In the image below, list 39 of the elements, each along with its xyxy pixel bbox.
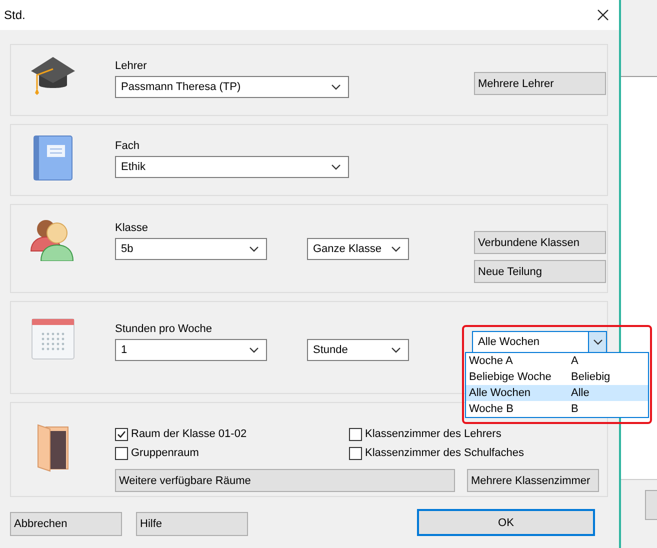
chevron-down-icon [391,246,401,252]
action-button[interactable]: Neue Teilung [474,260,606,283]
field-label: Lehrer [115,59,148,74]
checkmark-icon [117,430,126,438]
dropdown[interactable]: 1 [115,339,267,361]
calendar-icon [31,318,75,360]
chevron-down-icon [331,164,341,170]
chevron-down-icon [592,339,602,345]
action-button[interactable]: Mehrere Klassenzimmer [467,469,599,492]
window-title: Std. [4,8,26,22]
action-button[interactable]: Verbundene Klassen [474,231,606,254]
dropdown[interactable]: Ethik [115,156,349,178]
chevron-down-icon [391,347,401,353]
week-dropdown[interactable]: Alle Wochen [472,331,607,353]
chevron-down-icon [249,347,259,353]
close-icon[interactable] [597,9,609,21]
checkbox[interactable]: Klassenzimmer des Lehrers [349,427,607,441]
dropdown-option[interactable]: Alle Wochen Alle [466,385,648,401]
field-label: Fach [115,139,140,154]
door-icon [36,423,70,473]
dialog-button[interactable]: Hilfe [136,512,248,536]
checkbox[interactable]: Raum der Klasse 01-02 [115,427,349,441]
dropdown[interactable]: Stunde [307,339,409,361]
dropdown[interactable]: 5b [115,238,267,260]
action-button[interactable]: Mehrere Lehrer [474,72,606,95]
dropdown[interactable]: Passmann Theresa (TP) [115,76,349,98]
checkbox[interactable]: Gruppenraum [115,446,349,460]
graduation-cap-icon [29,55,77,97]
field-label: Stunden pro Woche [115,322,214,337]
dialog-button[interactable]: Abbrechen [10,512,122,536]
dropdown-button[interactable] [588,331,607,353]
dropdown[interactable]: Ganze Klasse [307,238,409,260]
chevron-down-icon [249,246,259,252]
chevron-down-icon [331,84,341,90]
field-label: Klasse [115,221,150,236]
checkbox[interactable]: Klassenzimmer des Schulfaches [349,446,607,460]
book-icon [33,135,73,181]
rooms-button[interactable]: Weitere verfügbare Räume [115,469,455,492]
dialog-button[interactable]: OK [417,509,595,536]
